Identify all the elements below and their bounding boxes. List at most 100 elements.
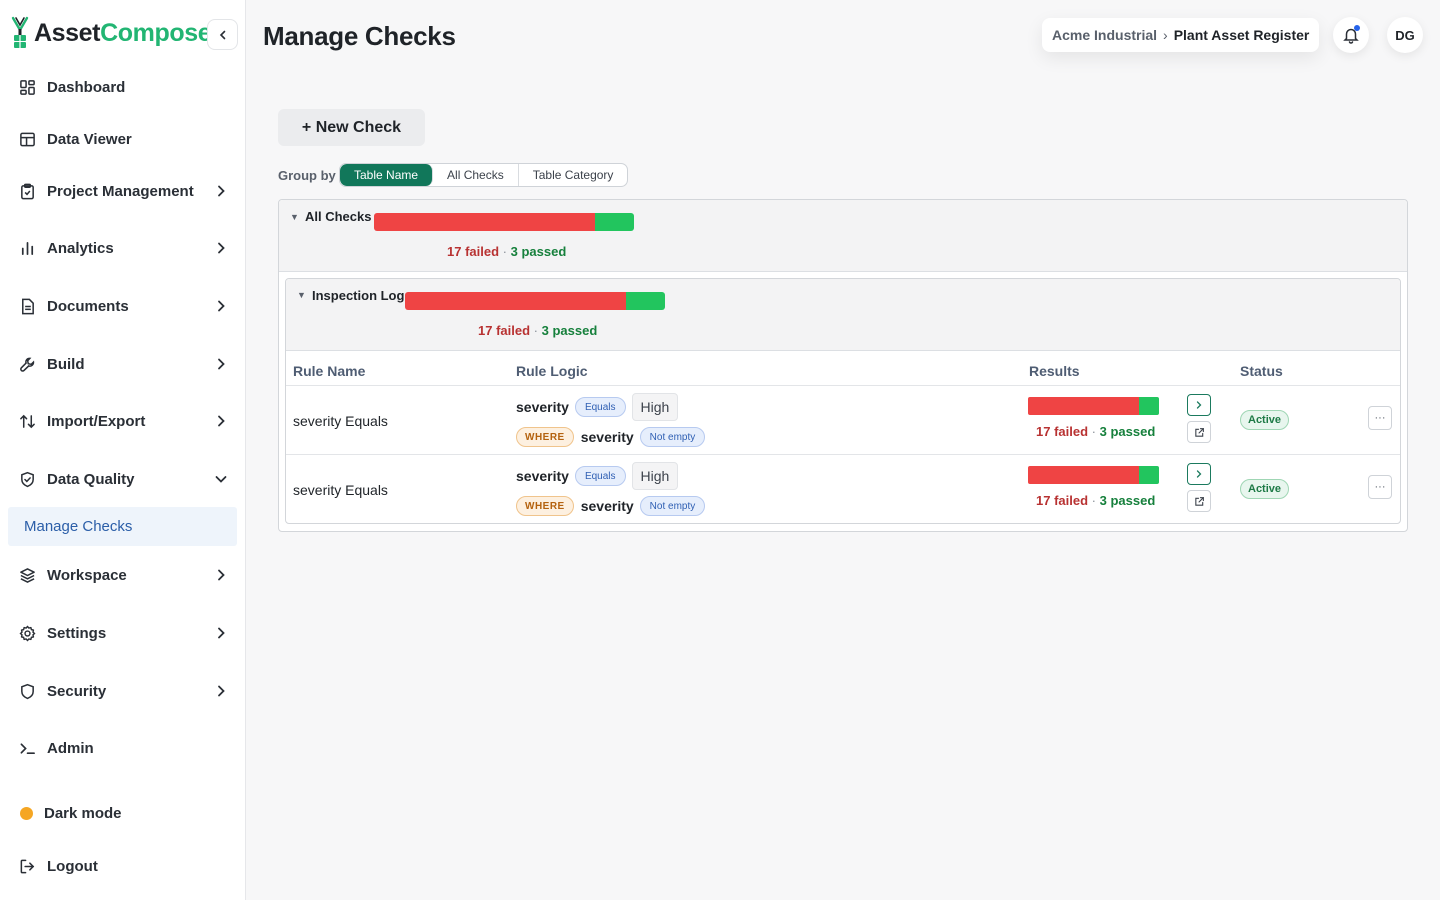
condition-pill: Not empty xyxy=(639,427,706,447)
sidebar-item-project-management[interactable]: Project Management xyxy=(8,172,237,210)
failed-count: 17 failed xyxy=(478,323,531,338)
notification-badge xyxy=(1354,25,1360,31)
sidebar-item-label: Settings xyxy=(47,624,107,642)
collapse-sidebar-button[interactable] xyxy=(207,19,238,50)
sidebar-item-data-quality[interactable]: Data Quality xyxy=(8,460,237,498)
sidebar-item-build[interactable]: Build xyxy=(8,345,237,383)
group-option-table-name[interactable]: Table Name xyxy=(340,164,434,186)
table-row[interactable]: severity Equals severity Equals High WHE… xyxy=(286,454,1400,523)
view-results-button[interactable] xyxy=(1187,463,1211,485)
chevron-right-icon xyxy=(1196,470,1202,478)
notifications-button[interactable] xyxy=(1333,17,1369,53)
row-results-summary: 17 failed · 3 passed xyxy=(1036,424,1155,439)
sidebar: AssetCompose Dashboard Data Viewer Proje… xyxy=(0,0,246,900)
sidebar-item-label: Workspace xyxy=(47,566,127,584)
layers-icon xyxy=(18,566,36,584)
row-results-bar xyxy=(1028,397,1159,415)
sidebar-subitem-manage-checks[interactable]: Manage Checks xyxy=(8,507,237,546)
rule-where-clause: WHERE severity Not empty xyxy=(516,427,706,447)
collapse-triangle-icon[interactable]: ▼ xyxy=(297,290,306,300)
table-icon xyxy=(18,130,36,148)
bar-failed-segment xyxy=(374,213,595,231)
column-header-rule-logic: Rule Logic xyxy=(516,363,588,379)
chevron-right-icon xyxy=(218,300,225,312)
dark-mode-label: Dark mode xyxy=(44,804,122,822)
failed-count: 17 failed xyxy=(1036,424,1089,439)
sidebar-item-label: Import/Export xyxy=(47,412,146,430)
open-external-button[interactable] xyxy=(1187,421,1211,443)
bar-passed-segment xyxy=(1139,397,1159,415)
chevron-right-icon xyxy=(218,569,225,581)
group-results-bar xyxy=(405,292,665,310)
row-results-summary: 17 failed · 3 passed xyxy=(1036,493,1155,508)
sidebar-item-settings[interactable]: Settings xyxy=(8,614,237,652)
rule-condition: severity Equals High xyxy=(516,462,679,490)
gear-icon xyxy=(18,624,36,642)
chevron-down-icon xyxy=(215,476,227,483)
sidebar-item-security[interactable]: Security xyxy=(8,672,237,710)
status-badge: Active xyxy=(1240,410,1290,430)
sidebar-item-documents[interactable]: Documents xyxy=(8,287,237,325)
chevron-right-icon xyxy=(218,685,225,697)
new-check-button[interactable]: + New Check xyxy=(278,109,425,146)
operator-pill: Equals xyxy=(574,397,626,417)
rule-name: severity Equals xyxy=(293,413,388,429)
sidebar-item-admin[interactable]: Admin xyxy=(8,729,237,767)
passed-count: 3 passed xyxy=(541,323,598,338)
group-option-all-checks[interactable]: All Checks xyxy=(433,164,519,186)
failed-count: 17 failed xyxy=(447,244,500,259)
collapse-triangle-icon[interactable]: ▼ xyxy=(290,212,299,222)
chevron-right-icon xyxy=(218,415,225,427)
breadcrumb-register[interactable]: Plant Asset Register xyxy=(1174,27,1310,43)
sidebar-item-analytics[interactable]: Analytics xyxy=(8,229,237,267)
sidebar-item-label: Data Viewer xyxy=(47,130,132,148)
status-badge: Active xyxy=(1240,479,1290,499)
sidebar-item-workspace[interactable]: Workspace xyxy=(8,556,237,594)
logout-button[interactable]: Logout xyxy=(8,847,237,885)
dark-mode-toggle[interactable]: Dark mode xyxy=(8,794,237,832)
brand-name-part2: Compose xyxy=(100,18,212,47)
more-actions-button[interactable]: ··· xyxy=(1368,406,1392,430)
table-row[interactable]: severity Equals severity Equals High WHE… xyxy=(286,385,1400,454)
condition-pill: Not empty xyxy=(639,496,706,516)
more-actions-button[interactable]: ··· xyxy=(1368,475,1392,499)
avatar[interactable]: DG xyxy=(1387,17,1423,53)
passed-count: 3 passed xyxy=(510,244,567,259)
passed-count: 3 passed xyxy=(1099,424,1156,439)
brand-logo[interactable]: AssetCompose xyxy=(10,16,212,50)
view-results-button[interactable] xyxy=(1187,394,1211,416)
group-panel-inspection-log: ▼ Inspection Log 17 failed · 3 passed Ru… xyxy=(285,278,1401,524)
open-external-button[interactable] xyxy=(1187,490,1211,512)
column-header-status: Status xyxy=(1240,363,1283,379)
group-summary: 17 failed · 3 passed xyxy=(478,323,597,338)
sidebar-item-import-export[interactable]: Import/Export xyxy=(8,402,237,440)
sidebar-item-label: Project Management xyxy=(47,182,194,200)
sidebar-item-dashboard[interactable]: Dashboard xyxy=(8,68,237,106)
group-by-selector: Table Name All Checks Table Category xyxy=(339,163,629,187)
group-header-all-checks[interactable]: ▼ All Checks 17 failed · 3 passed xyxy=(279,200,1407,272)
chevron-right-icon xyxy=(218,627,225,639)
breadcrumb-org[interactable]: Acme Industrial xyxy=(1052,27,1157,43)
bar-passed-segment xyxy=(626,292,665,310)
sidebar-item-label: Data Quality xyxy=(47,470,135,488)
group-option-table-category[interactable]: Table Category xyxy=(519,164,628,186)
summary-separator: · xyxy=(502,244,507,259)
clipboard-icon xyxy=(18,182,36,200)
rule-field: severity xyxy=(516,399,569,415)
bar-failed-segment xyxy=(1028,466,1140,484)
rule-field: severity xyxy=(516,468,569,484)
sidebar-item-data-viewer[interactable]: Data Viewer xyxy=(8,120,237,158)
group-header-inspection-log[interactable]: ▼ Inspection Log 17 failed · 3 passed xyxy=(286,279,1400,351)
chevron-right-icon xyxy=(218,358,225,370)
logout-label: Logout xyxy=(47,857,98,875)
failed-count: 17 failed xyxy=(1036,493,1089,508)
shield-check-icon xyxy=(18,470,36,488)
breadcrumb: Acme Industrial › Plant Asset Register xyxy=(1042,18,1320,52)
wrench-icon xyxy=(18,355,36,373)
page-title: Manage Checks xyxy=(263,21,456,51)
bar-chart-icon xyxy=(18,239,36,257)
chevron-left-icon xyxy=(219,30,225,39)
column-header-results: Results xyxy=(1029,363,1080,379)
sidebar-item-label: Documents xyxy=(47,297,129,315)
where-field: severity xyxy=(580,429,634,445)
